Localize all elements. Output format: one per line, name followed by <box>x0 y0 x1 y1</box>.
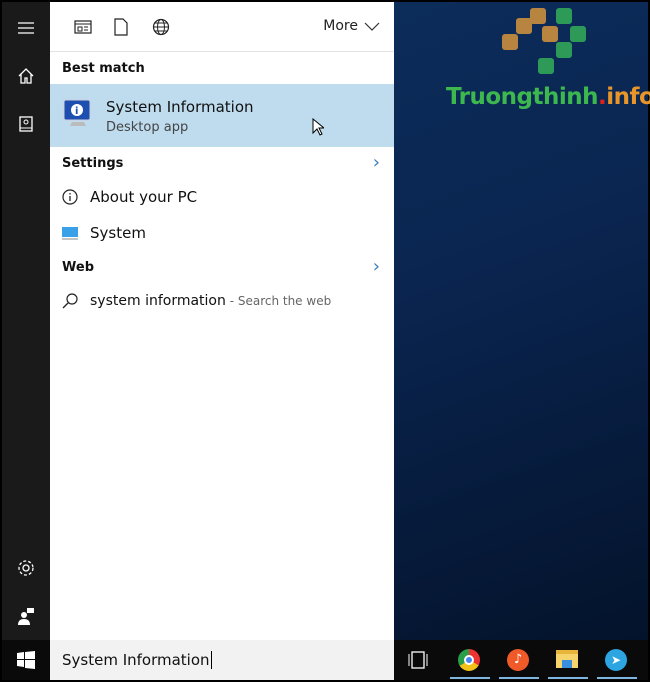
filter-toolbar: More <box>50 2 394 52</box>
best-match-title: System Information <box>106 98 254 116</box>
web-query: system information <box>90 293 226 309</box>
svg-text:i: i <box>75 106 78 117</box>
settings-chevron-right-icon[interactable]: › <box>373 152 380 173</box>
search-input[interactable]: System Information <box>50 640 394 680</box>
web-suffix: - Search the web <box>225 294 332 308</box>
chrome-running-indicator <box>450 677 490 679</box>
watermark-tld: info <box>606 84 650 110</box>
best-match-subtitle: Desktop app <box>106 120 189 135</box>
settings-item-about-pc[interactable]: About your PC <box>62 188 197 206</box>
more-dropdown[interactable]: More <box>323 18 380 34</box>
monitor-icon <box>62 227 78 240</box>
telegram-icon[interactable]: ➤ <box>605 649 627 671</box>
search-input-value: System Information <box>62 651 210 669</box>
best-match-item[interactable]: i System Information Desktop app <box>50 84 394 147</box>
best-match-header: Best match <box>62 61 145 76</box>
home-icon[interactable] <box>2 56 50 96</box>
desktop-background: Truongthinh.info <box>394 2 650 640</box>
feedback-icon[interactable] <box>2 596 50 636</box>
search-results-panel: More Best match i System Information Des… <box>50 2 394 640</box>
web-chevron-right-icon[interactable]: › <box>373 256 380 277</box>
web-header: Web <box>62 260 94 275</box>
file-explorer-icon[interactable] <box>556 650 578 668</box>
windows-logo-icon <box>17 651 35 669</box>
info-icon <box>62 189 78 205</box>
notebook-icon[interactable] <box>2 104 50 144</box>
taskbar: System Information ♪ ➤ <box>2 640 648 680</box>
search-icon <box>62 293 78 309</box>
system-information-app-icon: i <box>63 99 91 126</box>
web-search-item[interactable]: system information - Search the web <box>62 293 331 309</box>
start-button[interactable] <box>2 640 50 680</box>
web-icon[interactable] <box>150 16 172 38</box>
task-view-icon[interactable] <box>408 650 428 674</box>
hamburger-menu-icon[interactable] <box>2 8 50 48</box>
music-icon[interactable]: ♪ <box>507 649 529 671</box>
explorer-running-indicator <box>548 677 588 679</box>
telegram-running-indicator <box>597 677 637 679</box>
about-pc-label: About your PC <box>90 188 198 206</box>
chrome-icon[interactable] <box>458 649 480 671</box>
more-label: More <box>323 18 358 34</box>
music-running-indicator <box>499 677 539 679</box>
chevron-down-icon <box>364 22 380 31</box>
apps-icon[interactable] <box>72 16 94 38</box>
mouse-cursor-icon <box>312 118 324 136</box>
settings-gear-icon[interactable] <box>2 548 50 588</box>
settings-header: Settings <box>62 156 124 171</box>
watermark-text-main: Truongthinh <box>446 84 599 110</box>
settings-item-system[interactable]: System <box>62 224 146 242</box>
start-rail <box>2 2 50 640</box>
documents-icon[interactable] <box>110 16 132 38</box>
system-label: System <box>90 224 146 242</box>
